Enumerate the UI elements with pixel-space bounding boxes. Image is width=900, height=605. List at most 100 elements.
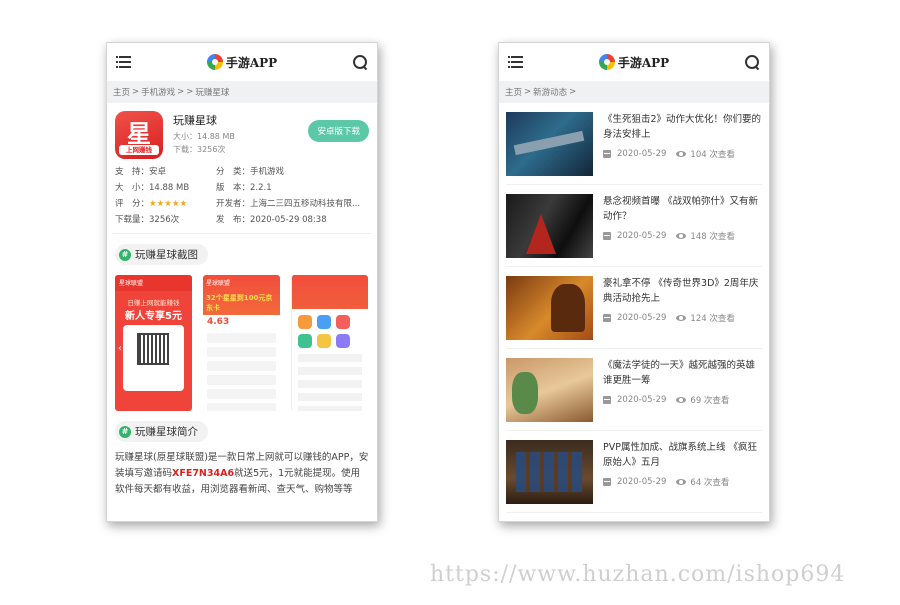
news-thumbnail[interactable]	[506, 194, 593, 258]
rating-stars: ★★★★★	[149, 199, 188, 209]
news-views: 148 次查看	[690, 232, 735, 242]
news-title[interactable]: PVP属性加成、战旗系统上线 《疯狂原始人》五月	[603, 440, 762, 471]
news-item[interactable]: 《魔法学徒的一天》越死越强的英雄谁更胜一筹 2020-05-29 69 次查看	[506, 349, 762, 431]
breadcrumb-home[interactable]: 主页	[113, 86, 130, 98]
top-header: 手游APP	[499, 43, 769, 81]
news-views: 69 次查看	[690, 396, 730, 406]
breadcrumb-separator: >	[132, 87, 140, 97]
logo-text: 手游APP	[225, 55, 278, 70]
breadcrumb-current: 玩赚星球	[195, 88, 230, 98]
detail-support: 支 持：安卓	[115, 167, 167, 177]
screenshot-2-topbar: 星球联盟	[206, 280, 231, 287]
screenshot-2-header: 星球联盟 32个星星到100元京东卡	[203, 275, 280, 315]
eye-icon	[676, 397, 687, 403]
news-thumbnail[interactable]	[506, 440, 593, 504]
breadcrumb-separator: >	[177, 87, 185, 97]
app-details-grid: 支 持：安卓 分 类：手机游戏 大 小：14.88 MB 版 本：2.2.1 评…	[107, 161, 377, 225]
news-date: 2020-05-29	[617, 149, 667, 159]
detail-rating-label: 评 分：	[115, 199, 150, 209]
breadcrumb-home[interactable]: 主页	[505, 86, 522, 98]
news-date: 2020-05-29	[617, 231, 667, 241]
news-meta: 2020-05-29 69 次查看	[603, 394, 762, 406]
eye-icon	[676, 233, 687, 239]
eye-icon	[676, 315, 687, 321]
android-download-button[interactable]: 安卓版下载	[308, 120, 369, 142]
news-thumbnail[interactable]	[506, 276, 593, 340]
site-logo[interactable]: 手游APP	[598, 54, 670, 71]
search-icon[interactable]	[352, 54, 368, 70]
screenshot-2-rows	[203, 329, 280, 411]
news-item[interactable]: 悬念视频首曝 《战双帕弥什》又有新动作？ 2020-05-29 148 次查看	[506, 185, 762, 267]
detail-version: 版 本：2.2.1	[216, 183, 272, 193]
calendar-icon	[603, 232, 611, 240]
breadcrumb-separator: >	[186, 87, 194, 97]
screenshot-1-tagline: 日赚上网就能赚钱	[127, 299, 180, 307]
breadcrumb: 主页 > 新游动态 >	[499, 81, 769, 103]
news-title[interactable]: 《生死狙击2》动作大优化！你们要的身法安排上	[603, 112, 762, 143]
breadcrumb: 主页 > 手机游戏 > > 玩赚星球	[107, 81, 377, 103]
eye-icon	[676, 479, 687, 485]
screenshot-3[interactable]	[291, 275, 368, 411]
news-date: 2020-05-29	[617, 395, 667, 405]
news-title[interactable]: 悬念视频首曝 《战双帕弥什》又有新动作？	[603, 194, 762, 225]
divider	[113, 233, 371, 234]
news-meta: 2020-05-29 104 次查看	[603, 148, 762, 160]
news-meta: 2020-05-29 64 次查看	[603, 476, 762, 488]
breadcrumb-separator: >	[524, 87, 532, 97]
app-description: 玩赚星球(原星球联盟)是一款日常上网就可以赚钱的APP，安装填写邀请码XFE7N…	[107, 442, 377, 498]
screenshot-1[interactable]: 星球联盟 日赚上网就能赚钱 新人专享5元 ‹	[115, 275, 192, 411]
app-detail-screen: 手游APP 主页 > 手机游戏 > > 玩赚星球 星 上网赚钱 玩赚星球 大小：…	[106, 42, 378, 522]
calendar-icon	[603, 314, 611, 322]
news-views: 124 次查看	[690, 314, 735, 324]
intro-section-title: # 玩赚星球简介	[115, 421, 208, 442]
screenshots-title-text: 玩赚星球截图	[135, 249, 198, 261]
hash-icon: #	[119, 248, 131, 261]
site-logo[interactable]: 手游APP	[206, 54, 278, 71]
screenshot-1-headline: 新人专享5元	[125, 311, 182, 322]
detail-release-date: 发 布：2020-05-29 08:38	[216, 215, 327, 225]
news-item[interactable]: 《生死狙击2》动作大优化！你们要的身法安排上 2020-05-29 104 次查…	[506, 103, 762, 185]
calendar-icon	[603, 396, 611, 404]
news-list-screen: 手游APP 主页 > 新游动态 > 《生死狙击2》动作大优化！你们要的身法安排上…	[498, 42, 770, 522]
app-icon-glyph: 星	[127, 120, 151, 148]
news-title[interactable]: 《魔法学徒的一天》越死越强的英雄谁更胜一筹	[603, 358, 762, 389]
news-thumbnail[interactable]	[506, 112, 593, 176]
logo-icon	[206, 54, 223, 70]
news-views: 64 次查看	[690, 478, 730, 488]
breadcrumb-category[interactable]: 手机游戏	[141, 86, 175, 98]
logo-icon	[598, 54, 615, 70]
breadcrumb-current[interactable]: 新游动态	[533, 86, 567, 98]
screenshot-carousel[interactable]: 星球联盟 日赚上网就能赚钱 新人专享5元 ‹ 星球联盟 32个星星到100元京东…	[107, 265, 377, 411]
eye-icon	[676, 151, 687, 157]
invite-code: XFE7N34A6	[172, 468, 235, 479]
app-summary: 星 上网赚钱 玩赚星球 大小：14.88 MB 下载：3256次 安卓版下载	[107, 103, 377, 161]
news-item[interactable]: 豪礼拿不停 《传奇世界3D》2周年庆典活动抢先上 2020-05-29 124 …	[506, 267, 762, 349]
screenshot-1-topbar: 星球联盟	[115, 275, 192, 291]
search-icon[interactable]	[744, 54, 760, 70]
calendar-icon	[603, 478, 611, 486]
logo-text: 手游APP	[617, 55, 670, 70]
news-meta: 2020-05-29 148 次查看	[603, 230, 762, 242]
top-header: 手游APP	[107, 43, 377, 81]
news-thumbnail[interactable]	[506, 358, 593, 422]
app-icon-band: 上网赚钱	[119, 145, 159, 155]
menu-icon[interactable]	[508, 55, 524, 69]
app-downloads: 下载：3256次	[173, 145, 226, 154]
qr-code-image	[137, 333, 169, 365]
intro-title-text: 玩赚星球简介	[135, 426, 198, 438]
news-title[interactable]: 豪礼拿不停 《传奇世界3D》2周年庆典活动抢先上	[603, 276, 762, 307]
detail-category: 分 类：手机游戏	[216, 167, 285, 177]
hash-icon: #	[119, 425, 131, 438]
screenshot-3-header	[292, 275, 368, 309]
watermark-text: https://www.huzhan.com/ishop694	[430, 562, 846, 587]
screenshot-2[interactable]: 星球联盟 32个星星到100元京东卡 4.63	[203, 275, 280, 411]
menu-icon[interactable]	[116, 55, 132, 69]
news-list: 《生死狙击2》动作大优化！你们要的身法安排上 2020-05-29 104 次查…	[499, 103, 769, 513]
news-item[interactable]: PVP属性加成、战旗系统上线 《疯狂原始人》五月 2020-05-29 64 次…	[506, 431, 762, 513]
app-meta: 玩赚星球 大小：14.88 MB 下载：3256次	[173, 111, 308, 161]
calendar-icon	[603, 150, 611, 158]
carousel-prev-icon[interactable]: ‹	[118, 343, 122, 354]
app-icon: 星 上网赚钱	[115, 111, 163, 159]
breadcrumb-separator: >	[569, 87, 577, 97]
detail-rating: 评 分：★★★★★	[115, 197, 216, 209]
